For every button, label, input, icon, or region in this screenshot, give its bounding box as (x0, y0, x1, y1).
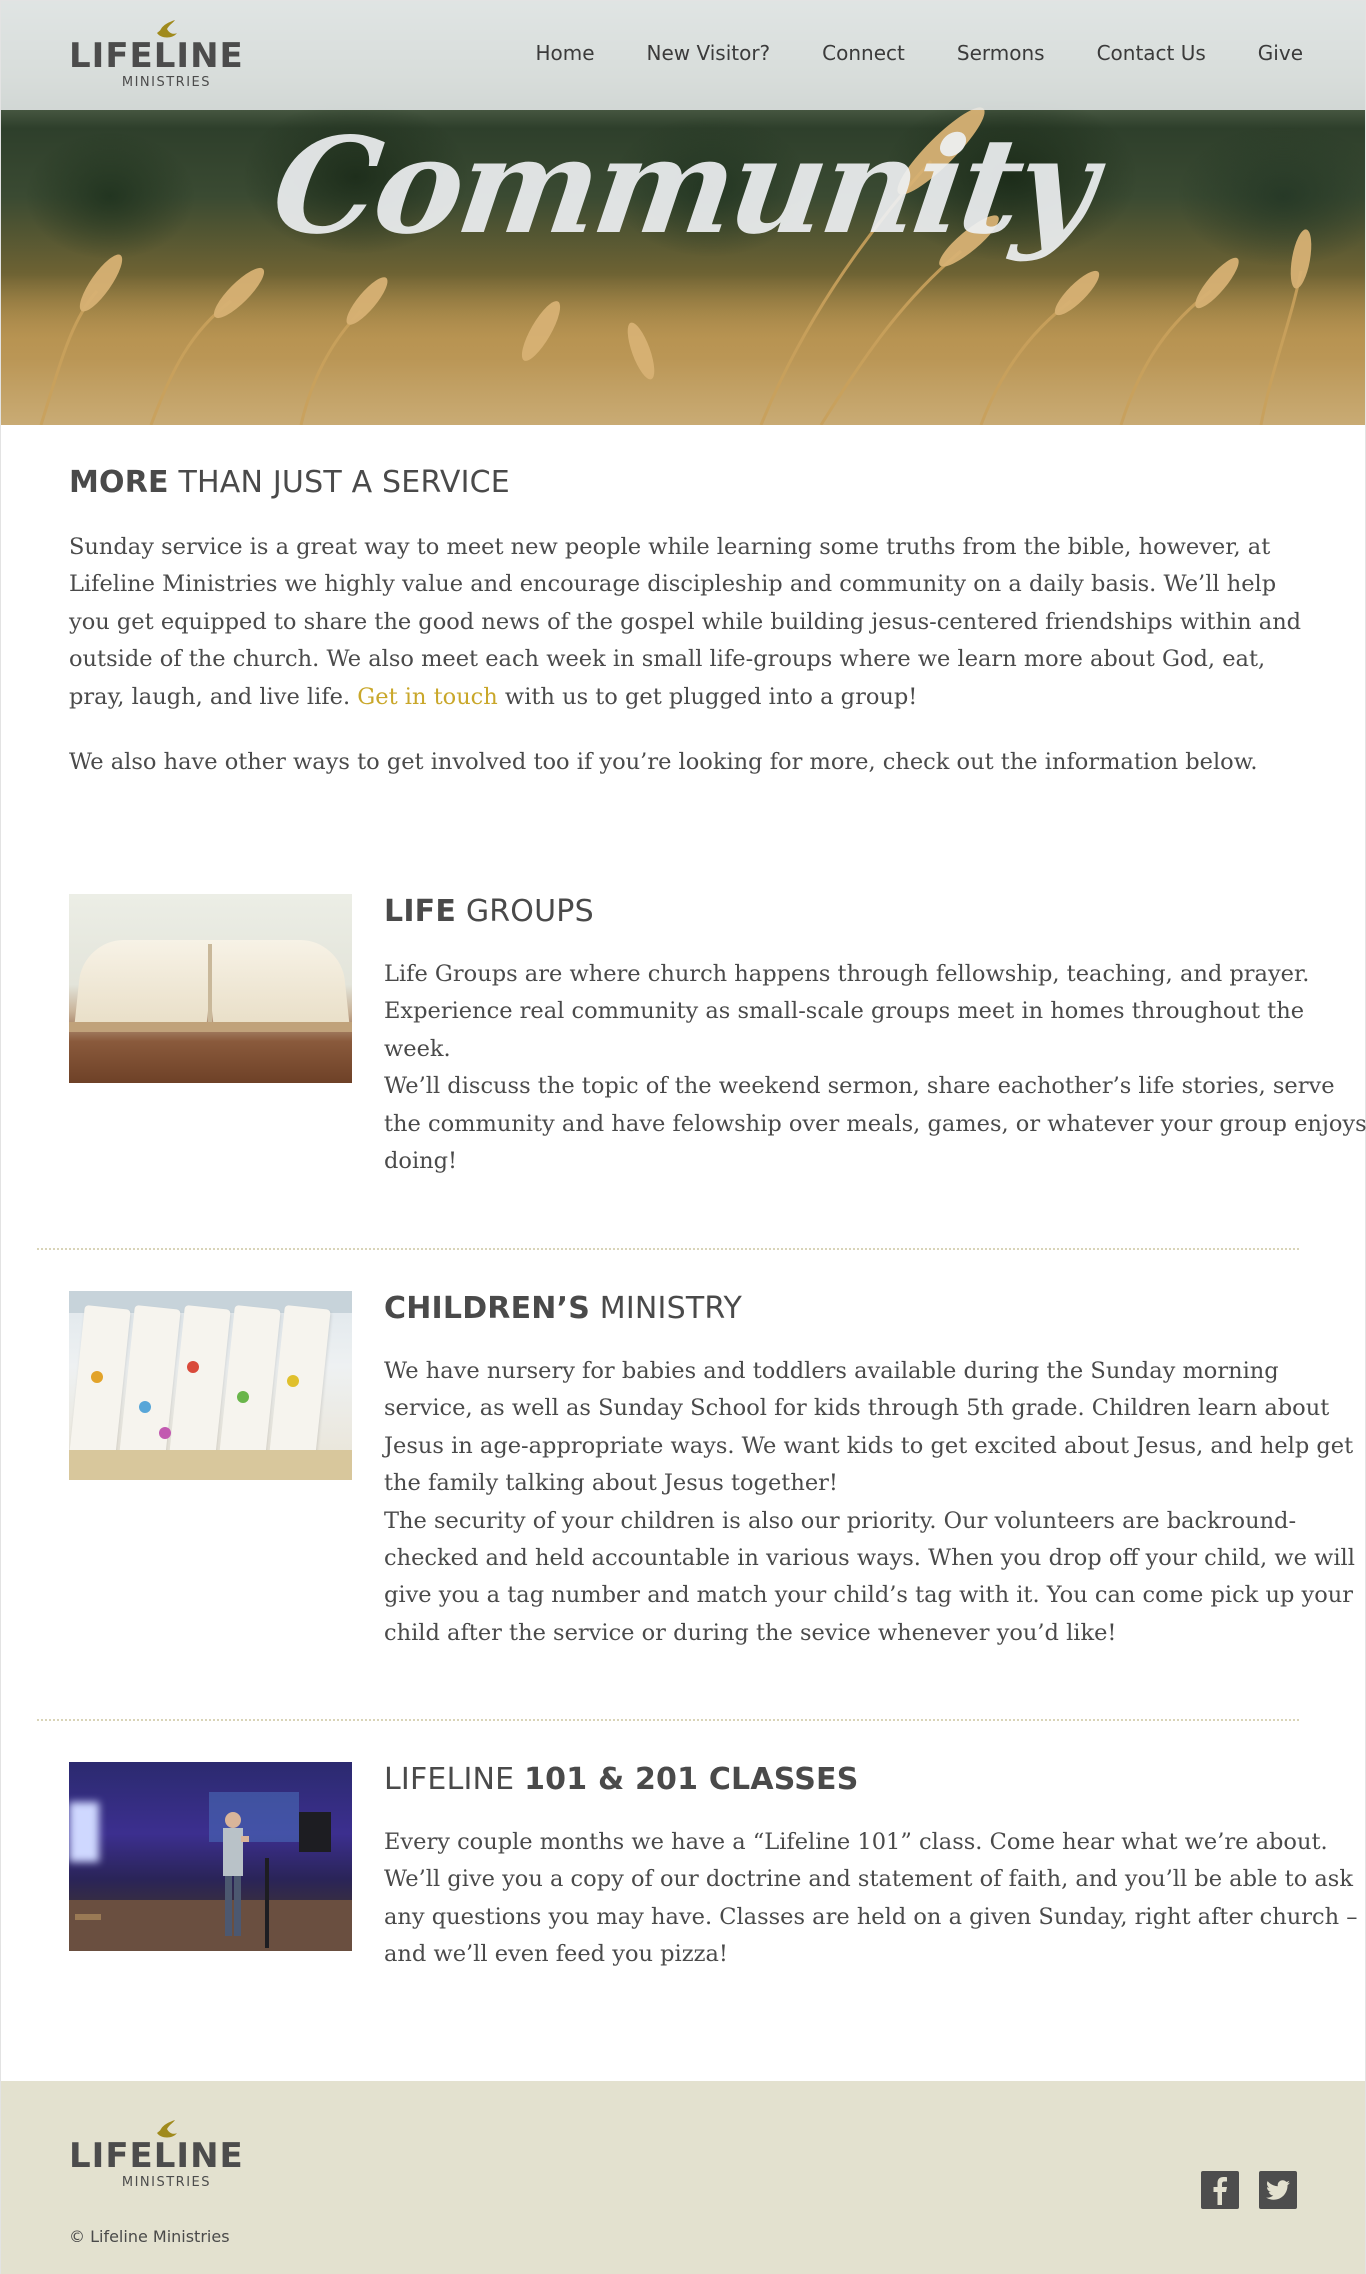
intro-heading-bold: MORE (69, 465, 169, 500)
nav-give[interactable]: Give (1258, 39, 1303, 67)
life-groups-text-1: Life Groups are where church happens thr… (384, 961, 1310, 1062)
childrens-ministry-heading: CHILDREN’S MINISTRY (384, 1289, 1366, 1329)
childrens-ministry-heading-bold: CHILDREN’S (384, 1291, 591, 1326)
life-groups-heading-rest: GROUPS (456, 894, 594, 929)
intro-paragraph: Sunday service is a great way to meet ne… (69, 529, 1309, 716)
nav-contact-us[interactable]: Contact Us (1097, 39, 1206, 67)
get-in-touch-link[interactable]: Get in touch (357, 684, 498, 710)
classes-heading-bold: 101 & 201 CLASSES (524, 1762, 859, 1797)
site-footer: LIFELINE MINISTRIES © Lifeline Ministrie… (1, 2081, 1365, 2274)
nav-connect[interactable]: Connect (822, 39, 905, 67)
childrens-ministry-text-1: We have nursery for babies and toddlers … (384, 1358, 1354, 1497)
life-groups-content: LIFE GROUPS Life Groups are where church… (384, 894, 1366, 1180)
facebook-icon[interactable] (1201, 2171, 1239, 2209)
life-groups-heading: LIFE GROUPS (384, 892, 1366, 932)
main-nav: Home New Visitor? Connect Sermons Contac… (483, 39, 1303, 67)
handprint-shirts-image (69, 1291, 352, 1480)
classes-paragraph: Every couple months we have a “Lifeline … (384, 1829, 1358, 1968)
childrens-ministry-text-2: The security of your children is also ou… (384, 1507, 1355, 1646)
intro-heading-rest: THAN JUST A SERVICE (168, 465, 510, 500)
life-groups-text-2: We’ll discuss the topic of the weekend s… (384, 1073, 1366, 1175)
nav-new-visitor[interactable]: New Visitor? (647, 39, 771, 67)
footer-logo[interactable]: LIFELINE MINISTRIES (69, 2119, 243, 2191)
childrens-ministry-heading-rest: MINISTRY (590, 1291, 742, 1326)
intro-text-end: with us to get plugged into a group! (497, 683, 918, 710)
nav-home[interactable]: Home (535, 39, 594, 67)
header-logo[interactable]: LIFELINE MINISTRIES (69, 19, 243, 91)
childrens-ministry-content: CHILDREN’S MINISTRY We have nursery for … (384, 1291, 1366, 1652)
classes-heading: LIFELINE 101 & 201 CLASSES (384, 1760, 1366, 1800)
speaker-on-stage-image (69, 1762, 352, 1951)
page: Community LIFELINE MINISTRIES Home New V… (0, 0, 1366, 2274)
life-groups-paragraph: Life Groups are where church happens thr… (384, 956, 1366, 1180)
intro-section: MORE THAN JUST A SERVICE Sunday service … (69, 463, 1309, 781)
section-divider (37, 1248, 1299, 1250)
intro-paragraph-more: We also have other ways to get involved … (69, 749, 1258, 776)
classes-heading-pre: LIFELINE (384, 1762, 525, 1797)
hero-banner: Community LIFELINE MINISTRIES Home New V… (1, 1, 1365, 425)
footer-logo-wordmark: LIFELINE (69, 2136, 244, 2176)
intro-heading: MORE THAN JUST A SERVICE (69, 463, 1309, 503)
section-divider (37, 1719, 1299, 1721)
childrens-ministry-paragraph: We have nursery for babies and toddlers … (384, 1353, 1366, 1652)
logo-subtitle: MINISTRIES (121, 75, 211, 90)
nav-sermons[interactable]: Sermons (957, 39, 1045, 67)
logo-wordmark: LIFELINE (69, 36, 244, 76)
copyright-text: © Lifeline Ministries (69, 2227, 230, 2246)
social-links (1201, 2171, 1297, 2209)
top-navigation-bar: LIFELINE MINISTRIES Home New Visitor? Co… (1, 1, 1365, 110)
classes-content: LIFELINE 101 & 201 CLASSES Every couple … (384, 1762, 1366, 1974)
twitter-icon[interactable] (1259, 2171, 1297, 2209)
hero-title: Community (263, 109, 1102, 264)
footer-logo-subtitle: MINISTRIES (121, 2175, 211, 2190)
life-groups-heading-bold: LIFE (384, 894, 457, 929)
open-bible-image (69, 894, 352, 1083)
